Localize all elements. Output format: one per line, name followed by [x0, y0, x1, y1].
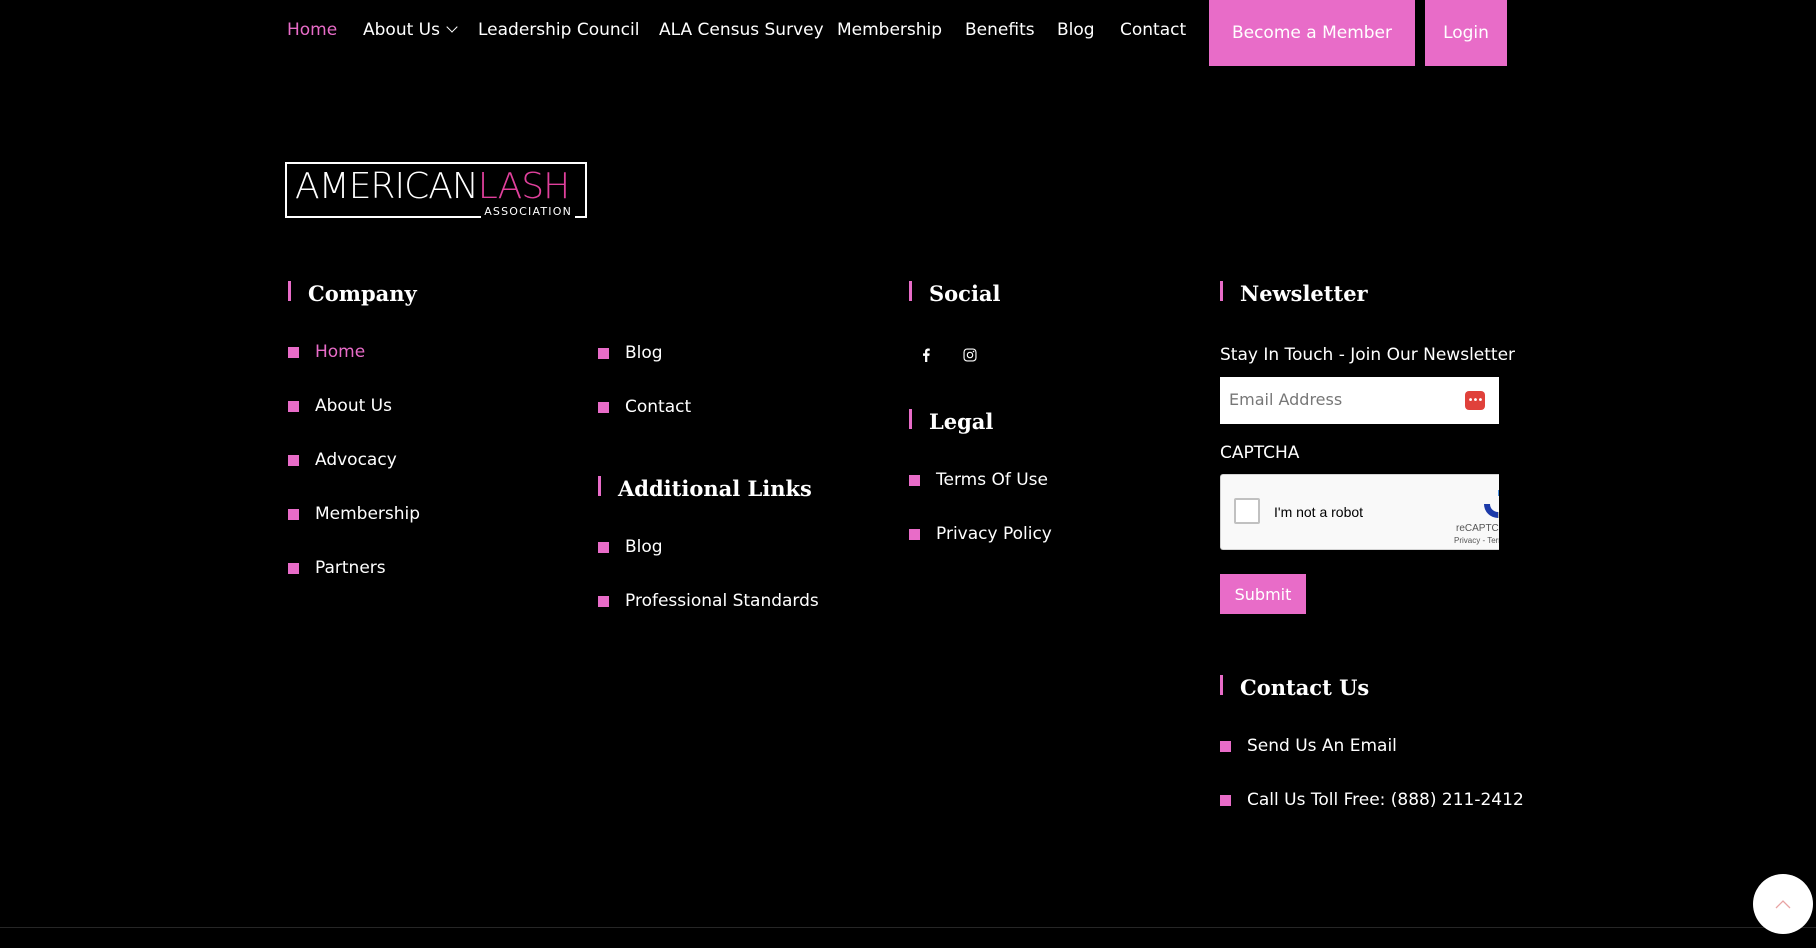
footer-link-privacy-policy[interactable]: Privacy Policy	[909, 523, 1052, 545]
footer-link-terms-of-use[interactable]: Terms Of Use	[909, 469, 1048, 491]
bullet-square-icon	[598, 542, 609, 553]
bullet-square-icon	[598, 596, 609, 607]
nav-benefits[interactable]: Benefits	[965, 18, 1035, 42]
chevron-up-icon	[1775, 900, 1791, 909]
footer-link-about-us[interactable]: About Us	[288, 395, 392, 417]
recaptcha-brand-label: reCAPTCHA	[1456, 523, 1499, 534]
password-manager-icon[interactable]: •••	[1465, 391, 1485, 410]
footer-link-contact[interactable]: Contact	[598, 396, 692, 418]
footer-link-label: Home	[315, 342, 366, 362]
recaptcha-widget: I'm not a robot reCAPTCHA Privacy - Term…	[1220, 474, 1499, 550]
logo-subtitle: ASSOCIATION	[481, 205, 575, 218]
instagram-icon[interactable]	[959, 344, 981, 366]
heading-accent-bar	[1220, 281, 1223, 301]
footer-link-advocacy[interactable]: Advocacy	[288, 449, 397, 471]
facebook-icon[interactable]	[915, 344, 937, 366]
legal-heading: Legal	[909, 409, 994, 435]
contact-email-link[interactable]: Send Us An Email	[1220, 735, 1397, 757]
footer-link-label: Terms Of Use	[936, 470, 1048, 490]
recaptcha-terms-links[interactable]: Privacy - Terms	[1454, 536, 1499, 545]
recaptcha-checkbox[interactable]	[1234, 498, 1260, 524]
newsletter-heading: Newsletter	[1220, 281, 1368, 307]
heading-accent-bar	[288, 281, 291, 301]
nav-contact[interactable]: Contact	[1120, 18, 1186, 42]
footer-link-professional-standards[interactable]: Professional Standards	[598, 590, 819, 612]
footer-link-label: Blog	[625, 537, 663, 557]
footer-link-home[interactable]: Home	[288, 341, 366, 363]
chevron-down-icon	[446, 21, 458, 33]
bullet-square-icon	[288, 401, 299, 412]
footer-link-membership[interactable]: Membership	[288, 503, 421, 525]
top-navigation: Home About Us Leadership Council ALA Cen…	[0, 0, 1816, 66]
footer-link-label: Professional Standards	[625, 591, 819, 611]
footer-link-blog[interactable]: Blog	[598, 342, 663, 364]
nav-blog[interactable]: Blog	[1057, 18, 1095, 42]
contact-us-heading: Contact Us	[1220, 675, 1370, 701]
scroll-to-top-button[interactable]	[1753, 874, 1813, 934]
contact-phone-label: Call Us Toll Free: (888) 211-2412	[1247, 790, 1524, 810]
company-heading-text: Company	[308, 281, 417, 306]
heading-accent-bar	[1220, 675, 1223, 695]
captcha-label: CAPTCHA	[1220, 443, 1300, 463]
footer-link-label: Membership	[315, 504, 421, 524]
bullet-square-icon	[1220, 795, 1231, 806]
newsletter-heading-text: Newsletter	[1240, 281, 1368, 306]
bullet-square-icon	[598, 402, 609, 413]
contact-us-heading-text: Contact Us	[1240, 675, 1370, 700]
footer-link-label: Blog	[625, 343, 663, 363]
footer-link-label: About Us	[315, 396, 392, 416]
logo-wordmark: AMERICANLASH	[295, 166, 570, 207]
footer-link-label: Advocacy	[315, 450, 397, 470]
bullet-square-icon	[909, 475, 920, 486]
social-heading-text: Social	[929, 281, 1001, 306]
bullet-square-icon	[288, 347, 299, 358]
heading-accent-bar	[598, 476, 601, 496]
email-field-wrapper: •••	[1220, 377, 1499, 424]
nav-census-survey[interactable]: ALA Census Survey	[659, 18, 824, 42]
bullet-square-icon	[288, 455, 299, 466]
newsletter-tagline: Stay In Touch - Join Our Newsletter	[1220, 345, 1516, 365]
heading-accent-bar	[909, 409, 912, 429]
logo-word-lash: LASH	[477, 166, 570, 207]
bullet-square-icon	[288, 563, 299, 574]
bullet-square-icon	[1220, 741, 1231, 752]
footer-link-label: Contact	[625, 397, 692, 417]
bullet-square-icon	[909, 529, 920, 540]
bullet-square-icon	[598, 348, 609, 359]
additional-links-heading-text: Additional Links	[618, 476, 812, 501]
legal-heading-text: Legal	[929, 409, 994, 434]
bullet-square-icon	[288, 509, 299, 520]
footer-divider	[0, 927, 1816, 928]
contact-email-label: Send Us An Email	[1247, 736, 1397, 756]
become-member-button[interactable]: Become a Member	[1209, 0, 1415, 66]
nav-about-us[interactable]: About Us	[363, 18, 458, 42]
heading-accent-bar	[909, 281, 912, 301]
nav-about-us-label: About Us	[363, 20, 440, 40]
social-heading: Social	[909, 281, 1001, 307]
footer-link-label: Privacy Policy	[936, 524, 1052, 544]
additional-links-heading: Additional Links	[598, 476, 812, 502]
nav-membership[interactable]: Membership	[837, 18, 942, 42]
logo-word-american: AMERICAN	[295, 166, 479, 207]
nav-leadership-council[interactable]: Leadership Council	[478, 18, 639, 42]
recaptcha-logo-icon	[1484, 490, 1499, 518]
email-input[interactable]	[1220, 377, 1458, 422]
submit-button[interactable]: Submit	[1220, 574, 1306, 614]
login-button[interactable]: Login	[1425, 0, 1507, 66]
nav-home[interactable]: Home	[287, 18, 337, 42]
company-heading: Company	[288, 281, 417, 307]
recaptcha-text: I'm not a robot	[1274, 504, 1364, 520]
footer-link-partners[interactable]: Partners	[288, 557, 386, 579]
footer-link-blog-additional[interactable]: Blog	[598, 536, 663, 558]
contact-phone-link[interactable]: Call Us Toll Free: (888) 211-2412	[1220, 789, 1524, 811]
footer-link-label: Partners	[315, 558, 386, 578]
american-lash-logo[interactable]: AMERICANLASH ASSOCIATION	[285, 162, 587, 218]
